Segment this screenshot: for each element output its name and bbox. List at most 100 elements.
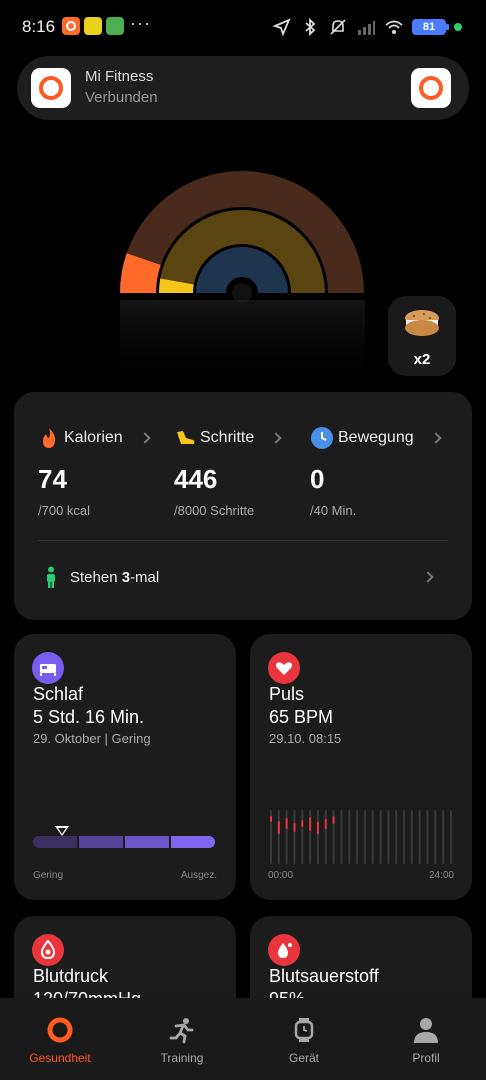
notification-title: Mi Fitness: [85, 68, 154, 85]
move-metric[interactable]: Bewegung 0 /40 Min.: [310, 426, 450, 518]
blood-oxygen-title: Blutsauerstoff: [269, 966, 379, 986]
nav-profile[interactable]: Profil: [378, 998, 474, 1080]
pulse-bar: [301, 820, 304, 827]
pulse-bar: [277, 821, 280, 834]
pulse-bar: [332, 816, 335, 824]
sleep-score-marker: [54, 826, 69, 836]
sleep-duration: 5 Std. 16 Min.: [33, 707, 145, 727]
calories-value: 74: [38, 464, 67, 494]
achievement-badge[interactable]: x2: [388, 296, 456, 376]
activity-summary-card: Kalorien 74 /700 kcal Schritte 446 /8000…: [14, 392, 472, 620]
pulse-bar-track: [410, 810, 413, 864]
health-ring-icon: [47, 1017, 73, 1043]
clock-icon: [311, 427, 333, 449]
flame-icon: [43, 428, 56, 448]
pulse-bar-track: [426, 810, 429, 864]
status-time: 8:16: [22, 17, 56, 36]
silent-mode-icon: [330, 19, 346, 35]
pulse-bar-track: [340, 810, 343, 864]
heart-icon: [268, 652, 300, 684]
blood-drop-icon: [32, 934, 64, 966]
pulse-bar-track: [450, 810, 452, 864]
pulse-bar-track: [316, 810, 319, 864]
pulse-bar-track: [348, 810, 351, 864]
stand-text: Stehen 3-mal: [70, 568, 160, 586]
pulse-bar: [316, 822, 319, 834]
calories-goal: /700 kcal: [38, 503, 91, 518]
watch-icon: [294, 1018, 314, 1042]
chevron-right-icon: [429, 432, 442, 444]
app-notification-icon: [84, 17, 102, 35]
chevron-right-icon: [422, 571, 434, 583]
running-icon: [169, 1018, 194, 1044]
steps-value: 446: [174, 464, 218, 494]
shoe-icon: [177, 431, 195, 444]
cookie-icon: [405, 310, 439, 336]
calories-ring-progress: [120, 253, 161, 294]
nav-device-label: Gerät: [288, 1051, 319, 1065]
pulse-bar-track: [293, 810, 296, 864]
pulse-bar-track: [379, 810, 382, 864]
steps-ring-progress: [159, 278, 194, 294]
bottom-navigation: Gesundheit Training Gerät Profil: [0, 998, 486, 1080]
chevron-right-icon: [139, 432, 151, 444]
notification-subtitle: Verbunden: [85, 89, 158, 106]
bluetooth-icon: [305, 17, 316, 37]
pulse-bar-track: [403, 810, 406, 864]
pulse-bar-track: [324, 810, 327, 864]
nav-training[interactable]: Training: [134, 998, 230, 1080]
nav-training-label: Training: [160, 1051, 204, 1065]
nav-health[interactable]: Gesundheit: [12, 998, 108, 1080]
sleep-score-bar: [33, 836, 215, 848]
wifi-icon: [385, 20, 403, 34]
move-value: 0: [310, 464, 325, 494]
nav-profile-label: Profil: [412, 1051, 440, 1065]
calories-label: Kalorien: [64, 429, 123, 446]
chevron-right-icon: [270, 432, 282, 444]
mi-fitness-notification-icon: [62, 17, 80, 35]
stand-row[interactable]: Stehen 3-mal: [44, 566, 159, 588]
steps-goal: /8000 Schritte: [174, 503, 255, 518]
sleep-title: Schlaf: [33, 684, 84, 704]
location-icon: [272, 18, 291, 37]
pulse-bar: [324, 819, 327, 829]
signal-icon: [358, 21, 375, 35]
standing-person-icon: [47, 566, 55, 588]
app-notification-icon: [106, 17, 124, 35]
pulse-axis-end: 24:00: [428, 870, 454, 881]
divider: [38, 540, 448, 541]
bed-icon: [32, 652, 64, 684]
pulse-bar: [270, 816, 272, 822]
heart-rate-card[interactable]: Puls 65 BPM 29.10. 08:15 00:00 24:00: [250, 634, 472, 900]
pulse-bar: [309, 817, 312, 831]
nav-health-label: Gesundheit: [29, 1051, 91, 1065]
badge-count: x2: [413, 351, 431, 368]
pulse-time: 29.10. 08:15: [269, 731, 342, 746]
privacy-indicator-icon: [454, 23, 462, 31]
pulse-bar-track: [387, 810, 390, 864]
sleep-scale-low: Gering: [33, 870, 64, 881]
calories-metric[interactable]: Kalorien 74 /700 kcal: [38, 426, 178, 518]
sleep-card[interactable]: Schlaf 5 Std. 16 Min. 29. Oktober | Geri…: [14, 634, 236, 900]
activity-rings[interactable]: [100, 150, 380, 390]
pulse-bar: [285, 818, 288, 829]
pulse-bar-track: [434, 810, 437, 864]
move-label: Bewegung: [338, 429, 414, 446]
pulse-bar: [293, 823, 296, 832]
profile-icon: [414, 1018, 438, 1043]
pulse-bar-track: [301, 810, 304, 864]
connection-notification[interactable]: Mi Fitness Verbunden: [17, 56, 469, 120]
steps-metric[interactable]: Schritte 446 /8000 Schritte: [174, 426, 314, 518]
pulse-bar-track: [356, 810, 359, 864]
pulse-bar-track: [371, 810, 374, 864]
nav-device[interactable]: Gerät: [256, 998, 352, 1080]
pulse-value: 65 BPM: [269, 707, 334, 727]
status-bar: 8:16 ··· 81: [0, 0, 486, 56]
steps-label: Schritte: [200, 429, 255, 446]
pulse-bar-track: [442, 810, 445, 864]
heart-rate-chart: [270, 810, 452, 864]
sleep-scale-high: Ausgez.: [180, 870, 217, 881]
pulse-axis-start: 00:00: [268, 870, 294, 881]
pulse-bar-track: [418, 810, 421, 864]
pulse-bar-track: [277, 810, 280, 864]
